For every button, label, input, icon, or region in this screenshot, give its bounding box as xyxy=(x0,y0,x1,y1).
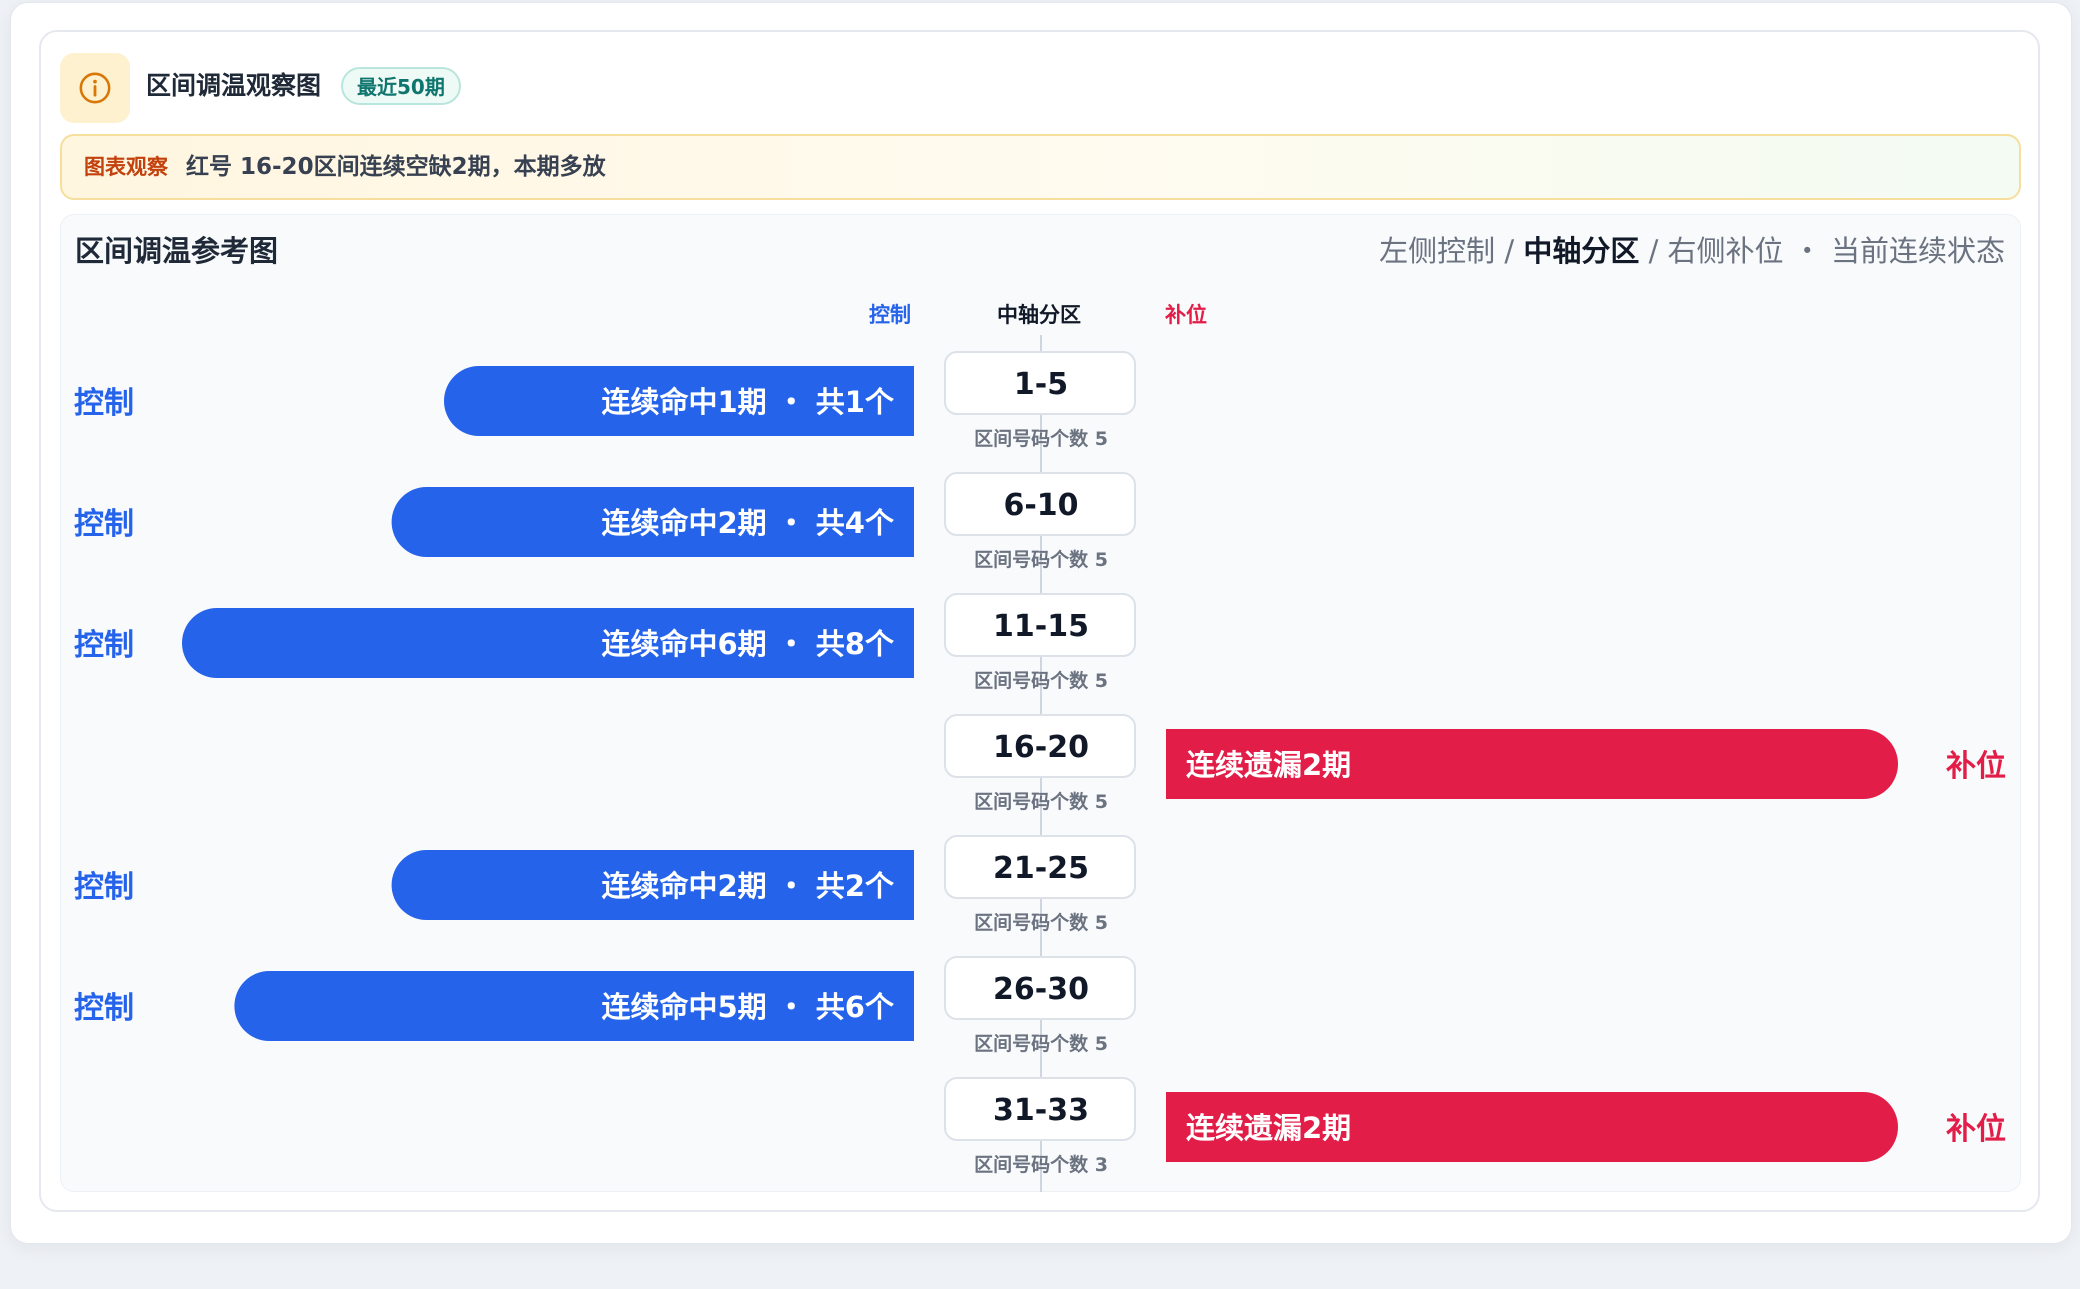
interval-count: 区间号码个数 5 xyxy=(974,427,1108,450)
control-side-label: 控制 xyxy=(74,628,134,663)
legend-mid: 中轴分区 xyxy=(1523,234,1640,268)
fill-bar-label: 连续遗漏2期 xyxy=(1186,748,1351,782)
interval-count: 区间号码个数 3 xyxy=(974,1153,1108,1176)
interval-label: 21-25 xyxy=(993,851,1089,886)
fill-bar-label: 连续遗漏2期 xyxy=(1186,1111,1351,1145)
fill-side-label: 补位 xyxy=(1946,749,2006,784)
control-bar-label: 连续命中2期 ・ 共4个 xyxy=(601,506,895,540)
period-badge: 最近50期 xyxy=(341,67,461,105)
interval-label: 16-20 xyxy=(993,730,1089,765)
observation-bar: 图表观察 红号 16-20区间连续空缺2期，本期多放 xyxy=(60,134,2021,200)
interval-label: 11-15 xyxy=(993,609,1089,644)
interval-label: 1-5 xyxy=(1014,367,1068,402)
legend-left: 左侧控制 / xyxy=(1379,234,1515,268)
interval-count: 区间号码个数 5 xyxy=(974,669,1108,692)
column-head-fill: 补位 xyxy=(1165,303,1207,327)
interval-count: 区间号码个数 5 xyxy=(974,1032,1108,1055)
panel-legend: 左侧控制 / 中轴分区 / 右侧补位 ・ 当前连续状态 xyxy=(1379,231,2005,271)
control-bar-label: 连续命中6期 ・ 共8个 xyxy=(601,627,895,661)
fill-side-label: 补位 xyxy=(1946,1112,2006,1147)
column-head-center: 中轴分区 xyxy=(997,303,1081,327)
control-side-label: 控制 xyxy=(74,991,134,1026)
column-head-control: 控制 xyxy=(869,303,911,327)
info-icon xyxy=(60,53,130,123)
legend-right: / 右侧补位 ・ 当前连续状态 xyxy=(1648,234,2005,268)
control-side-label: 控制 xyxy=(74,507,134,542)
interval-label: 6-10 xyxy=(1003,488,1078,523)
page-title: 区间调温观察图 xyxy=(146,71,322,100)
control-bar-label: 连续命中2期 ・ 共2个 xyxy=(601,869,895,903)
interval-label: 31-33 xyxy=(993,1093,1089,1128)
control-bar-label: 连续命中1期 ・ 共1个 xyxy=(601,385,895,419)
interval-count: 区间号码个数 5 xyxy=(974,548,1108,571)
interval-count: 区间号码个数 5 xyxy=(974,790,1108,813)
panel-title: 区间调温参考图 xyxy=(75,234,279,268)
control-bar-label: 连续命中5期 ・ 共6个 xyxy=(601,990,895,1024)
interval-count: 区间号码个数 5 xyxy=(974,911,1108,934)
observation-text: 红号 16-20区间连续空缺2期，本期多放 xyxy=(186,154,606,180)
info-circle-icon xyxy=(79,72,111,104)
control-side-label: 控制 xyxy=(74,870,134,905)
observation-label: 图表观察 xyxy=(84,155,168,179)
interval-label: 26-30 xyxy=(993,972,1089,1007)
control-side-label: 控制 xyxy=(74,386,134,421)
